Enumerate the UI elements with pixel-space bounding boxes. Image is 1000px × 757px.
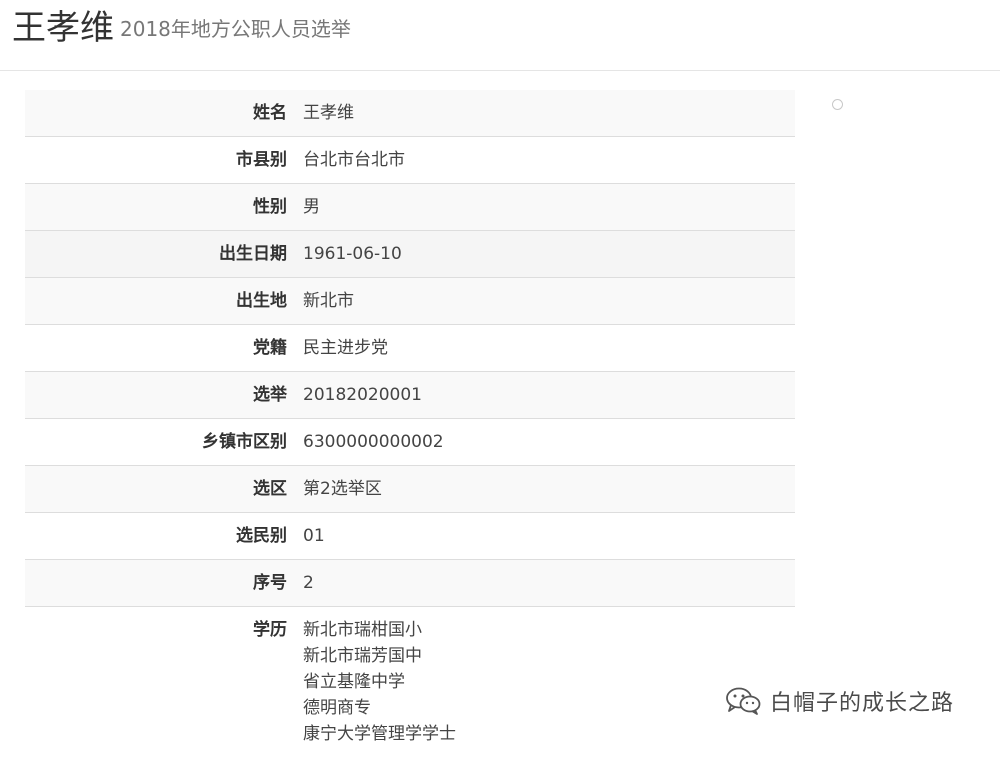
table-row: 性别 男 <box>25 184 795 231</box>
row-label: 选民别 <box>25 513 295 560</box>
person-name: 王孝维 <box>12 8 114 48</box>
row-label: 党籍 <box>25 325 295 372</box>
row-value: 20182020001 <box>295 372 795 419</box>
education-item: 德明商专 <box>303 695 787 721</box>
table-row: 姓名 王孝维 <box>25 90 795 137</box>
row-label: 性别 <box>25 184 295 231</box>
row-value: 2 <box>295 560 795 607</box>
row-label: 市县别 <box>25 137 295 184</box>
row-value: 男 <box>295 184 795 231</box>
table-row: 出生日期 1961-06-10 <box>25 231 795 278</box>
row-value: 01 <box>295 513 795 560</box>
table-row: 选举 20182020001 <box>25 372 795 419</box>
row-value: 6300000000002 <box>295 419 795 466</box>
table-row: 乡镇市区别 6300000000002 <box>25 419 795 466</box>
watermark-text: 白帽子的成长之路 <box>770 685 954 717</box>
row-value: 民主进步党 <box>295 325 795 372</box>
education-list: 新北市瑞柑国小 新北市瑞芳国中 省立基隆中学 德明商专 康宁大学管理学学士 <box>295 607 795 757</box>
row-label: 序号 <box>25 560 295 607</box>
row-label: 出生日期 <box>25 231 295 278</box>
table-row: 序号 2 <box>25 560 795 607</box>
row-value: 王孝维 <box>295 90 795 137</box>
row-label: 出生地 <box>25 278 295 325</box>
table-row: 出生地 新北市 <box>25 278 795 325</box>
education-item: 省立基隆中学 <box>303 669 787 695</box>
row-label: 选举 <box>25 372 295 419</box>
row-label: 选区 <box>25 466 295 513</box>
education-label: 学历 <box>25 607 295 757</box>
table-row: 党籍 民主进步党 <box>25 325 795 372</box>
row-label: 姓名 <box>25 90 295 137</box>
table-row: 市县别 台北市台北市 <box>25 137 795 184</box>
row-label: 乡镇市区别 <box>25 419 295 466</box>
watermark: 白帽子的成长之路 <box>724 684 954 718</box>
table-row: 选民别 01 <box>25 513 795 560</box>
row-value: 台北市台北市 <box>295 137 795 184</box>
education-item: 新北市瑞柑国小 <box>303 617 787 643</box>
education-item: 新北市瑞芳国中 <box>303 643 787 669</box>
row-value: 1961-06-10 <box>295 231 795 278</box>
row-value: 第2选举区 <box>295 466 795 513</box>
page-title: 王孝维2018年地方公职人员选举 <box>12 8 351 49</box>
page-subtitle: 2018年地方公职人员选举 <box>120 17 351 41</box>
page-header: 王孝维2018年地方公职人员选举 <box>0 0 1000 71</box>
radio-button[interactable] <box>832 99 843 110</box>
table-row: 选区 第2选举区 <box>25 466 795 513</box>
wechat-icon <box>724 686 764 716</box>
row-value: 新北市 <box>295 278 795 325</box>
profile-table: 姓名 王孝维 市县别 台北市台北市 性别 男 出生日期 1961-06-10 出… <box>25 90 795 757</box>
table-row-education: 学历 新北市瑞柑国小 新北市瑞芳国中 省立基隆中学 德明商专 康宁大学管理学学士 <box>25 607 795 757</box>
education-item: 康宁大学管理学学士 <box>303 721 787 747</box>
